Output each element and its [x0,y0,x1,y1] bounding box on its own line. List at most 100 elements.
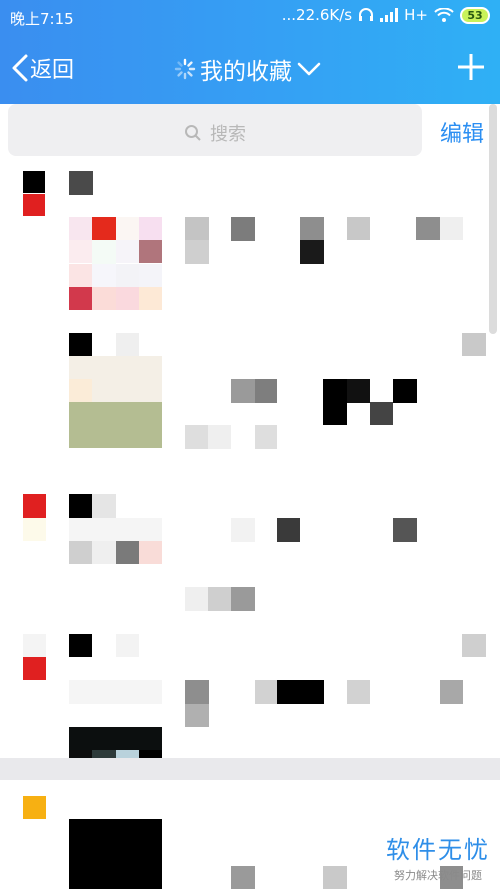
mosaic-block [69,634,92,657]
search-icon [185,125,201,141]
app-screen: 晚上7:15 ...22.6K/s H+ 53 返回 我的收藏 搜索 编辑 软件… [0,0,500,889]
mosaic-block [69,727,162,750]
battery-icon: 53 [460,6,490,24]
mosaic-block [185,587,208,611]
mosaic-block [347,680,370,704]
section-divider [0,758,500,780]
mosaic-block [185,240,209,264]
search-bar[interactable]: 搜索 [8,104,422,156]
mosaic-block [300,217,324,240]
mosaic-block [23,518,46,541]
nav-bar: 返回 我的收藏 [0,40,500,96]
mosaic-block [69,494,92,518]
mosaic-block [69,379,92,402]
mosaic-block [69,518,162,541]
page-title: 我的收藏 [200,59,292,85]
mosaic-block [139,287,162,310]
mosaic-block [462,634,486,657]
title-dropdown[interactable]: 我的收藏 [170,52,326,86]
mosaic-block [139,240,162,263]
mosaic-block [255,379,277,403]
mosaic-block [92,541,116,564]
mosaic-block [116,217,139,240]
mosaic-block [23,634,46,657]
mosaic-block [69,171,93,195]
mosaic-block [92,240,116,264]
mosaic-block [92,217,116,241]
mosaic-block [116,240,139,263]
mosaic-block [69,240,92,263]
mosaic-block [231,518,255,542]
mosaic-block [69,819,162,889]
mosaic-block [23,171,45,193]
mosaic-block [231,379,255,403]
watermark-title: 软件无忧 [386,836,490,864]
mosaic-block [69,287,92,310]
mosaic-block [116,634,139,657]
add-icon[interactable] [456,52,486,82]
mosaic-block [23,494,46,518]
mosaic-block [116,333,139,356]
search-placeholder: 搜索 [210,124,246,145]
mosaic-block [92,287,116,310]
loading-spinner-icon [174,58,196,80]
mosaic-block [23,194,45,216]
mosaic-block [393,518,417,542]
mosaic-block [139,541,162,564]
mosaic-block [323,866,347,889]
search-inner: 搜索 [184,120,246,146]
watermark-subtitle: 努力解决软件问题 [394,869,482,882]
signal-icon [380,8,399,22]
chevron-left-icon [12,54,28,82]
back-label: 返回 [30,58,75,83]
mosaic-block [300,240,324,264]
mosaic-block [255,680,277,704]
scrollbar-thumb[interactable] [489,104,497,334]
wifi-icon [434,8,454,22]
scrollbar[interactable] [486,104,500,334]
mosaic-block [139,217,162,240]
mosaic-block [69,402,162,448]
mosaic-block [92,494,116,518]
mosaic-block [323,402,347,425]
edit-button[interactable]: 编辑 [440,116,484,148]
mosaic-block [208,587,231,611]
mosaic-block [440,217,463,240]
mosaic-block [208,425,231,449]
mosaic-block [69,217,92,240]
mosaic-block [69,680,162,704]
mosaic-block [185,680,209,704]
status-right: ...22.6K/s H+ 53 [282,6,490,24]
mosaic-block [231,866,255,889]
mosaic-block [23,657,46,680]
mosaic-block [347,379,370,403]
mosaic-block [69,264,92,287]
mosaic-block [393,379,417,403]
mosaic-block [277,680,324,704]
status-bar: 晚上7:15 ...22.6K/s H+ 53 [0,0,500,34]
mosaic-block [92,264,116,287]
mosaic-block [185,704,209,727]
mosaic-block [255,425,277,449]
chevron-down-icon [297,62,321,76]
mosaic-block [116,541,139,564]
mosaic-block [139,264,162,287]
mosaic-block [462,333,486,356]
favorites-list [0,148,500,889]
mosaic-block [277,518,300,542]
mosaic-block [116,287,139,310]
mosaic-block [185,425,209,449]
network-speed: ...22.6K/s [281,6,353,24]
mosaic-block [231,217,255,241]
mosaic-block [23,796,46,819]
mosaic-block [370,402,393,425]
mosaic-block [116,264,139,287]
mosaic-block [416,217,440,240]
mosaic-block [185,217,209,240]
headset-icon [359,8,374,21]
watermark: 软件无忧 努力解决软件问题 [386,830,490,883]
mosaic-block [69,333,92,356]
mosaic-block [440,680,463,704]
back-button[interactable]: 返回 [10,52,74,84]
mosaic-block [347,217,370,240]
